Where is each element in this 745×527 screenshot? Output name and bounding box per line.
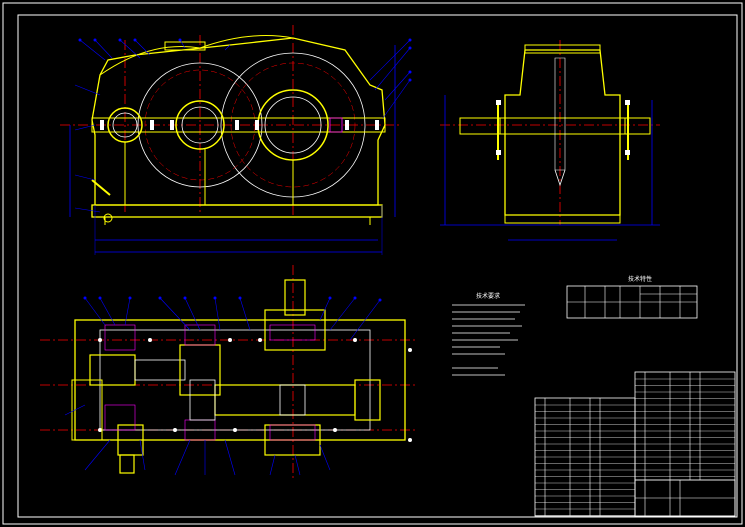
side-housing-outline <box>504 49 621 216</box>
front-base <box>91 204 383 218</box>
inner-drawing-border <box>17 14 738 518</box>
plan-section-view <box>40 265 415 480</box>
assembly-drawing: 技术要求 技术特性 <box>2 2 743 525</box>
cad-drawing-canvas: { "drawing": { "notes_heading": "技术要求", … <box>0 0 745 527</box>
outer-sheet-border <box>2 2 743 525</box>
technical-notes: 技术要求 <box>452 292 525 376</box>
side-view <box>440 40 660 241</box>
spec-table-title: 技术特性 <box>628 275 652 283</box>
parts-list-table <box>534 371 736 517</box>
notes-heading: 技术要求 <box>476 292 500 300</box>
front-view <box>60 25 412 255</box>
technical-spec-table: 技术特性 <box>566 275 698 319</box>
